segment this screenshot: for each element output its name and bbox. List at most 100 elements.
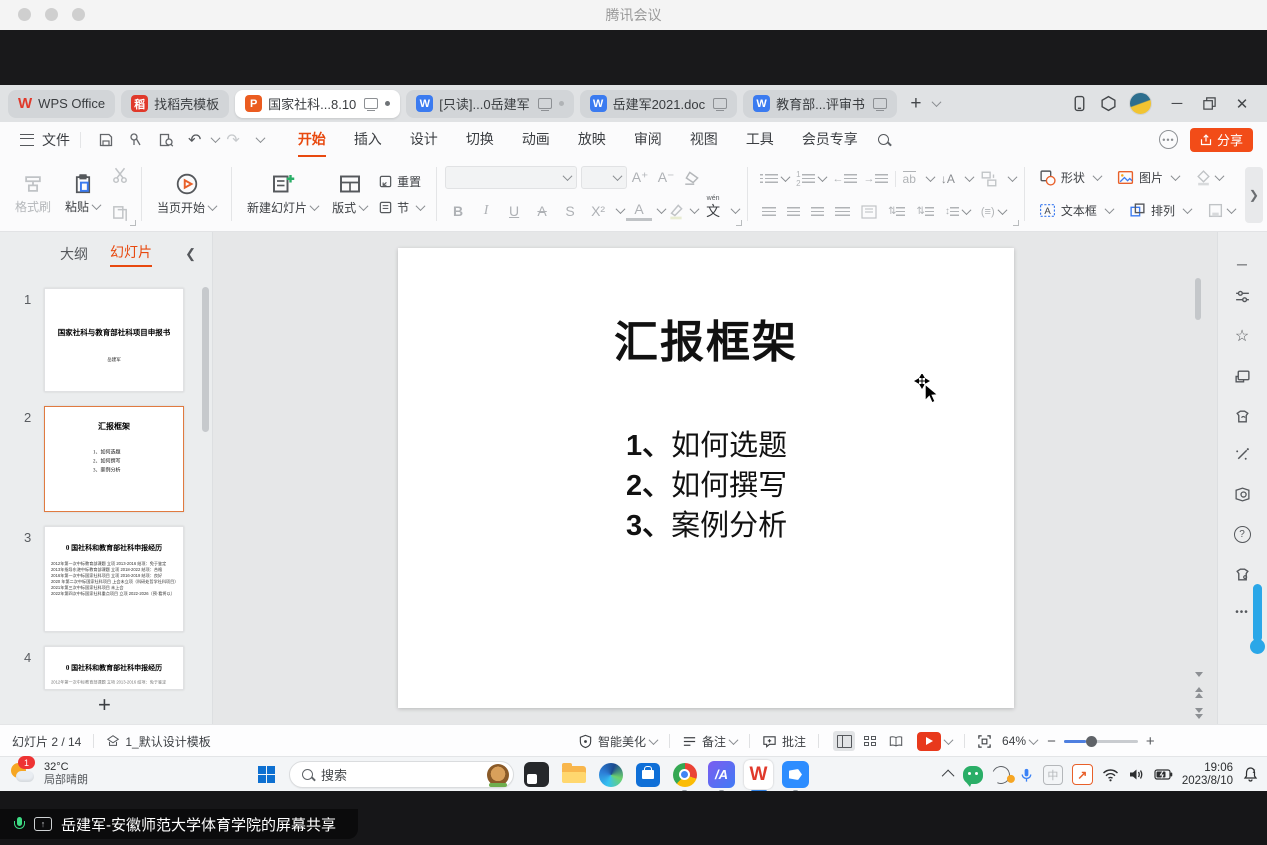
menu-tab-member[interactable]: 会员专享 bbox=[802, 123, 858, 157]
zoom-in-button[interactable]: + bbox=[1146, 733, 1155, 750]
line-spacing-button[interactable]: ↕ bbox=[945, 206, 970, 217]
decrease-font-button[interactable]: A⁻ bbox=[653, 166, 679, 190]
add-slide-button[interactable]: + bbox=[98, 692, 111, 718]
edge-browser-icon[interactable] bbox=[596, 760, 625, 789]
clipboard-dialog-launcher[interactable] bbox=[130, 220, 136, 226]
section-button[interactable]: 节 bbox=[397, 199, 409, 216]
wps-office-icon[interactable]: W bbox=[744, 760, 773, 789]
share-button[interactable]: 分享 bbox=[1190, 128, 1253, 152]
reset-icon[interactable] bbox=[378, 174, 393, 189]
close-button[interactable]: ✕ bbox=[1229, 91, 1255, 117]
paragraph-settings-button[interactable]: (≡) bbox=[981, 206, 1006, 218]
layout-button[interactable]: 版式 bbox=[325, 170, 374, 218]
justify-icon[interactable] bbox=[835, 207, 850, 216]
menu-tab-insert[interactable]: 插入 bbox=[354, 123, 382, 157]
rail-collapse-icon[interactable]: ─ bbox=[1232, 254, 1252, 274]
help-icon[interactable]: ? bbox=[1232, 524, 1252, 544]
zoom-slider[interactable] bbox=[1064, 740, 1138, 743]
notes-button[interactable]: 备注 bbox=[702, 733, 726, 750]
print-preview-icon[interactable] bbox=[158, 132, 174, 148]
slide-thumbnail-3[interactable]: 0 国社科和教育部社科申报经历 2012年第一次中标教育部课题 立项 2013-… bbox=[44, 526, 184, 632]
cut-icon[interactable] bbox=[111, 166, 129, 184]
new-slide-button[interactable]: 新建幻灯片 bbox=[240, 170, 325, 218]
template-shirt-icon[interactable] bbox=[1232, 564, 1252, 584]
save-icon[interactable] bbox=[98, 132, 114, 148]
fit-slide-icon[interactable] bbox=[977, 734, 992, 749]
hamburger-icon[interactable] bbox=[20, 134, 34, 146]
menu-tab-view[interactable]: 视图 bbox=[690, 123, 718, 157]
tab-presentation-active[interactable]: P 国家社科...8.10 bbox=[235, 90, 400, 118]
slide-body-list[interactable]: 1、如何选题 2、如何撰写 3、案例分析 bbox=[626, 426, 787, 546]
tab-docer-templates[interactable]: 稻 找稻壳模板 bbox=[121, 90, 229, 118]
slide-thumbnail-2-selected[interactable]: 汇报框架 1、如何选题 2、如何撰写 3、案例分析 bbox=[44, 406, 184, 512]
menu-tab-review[interactable]: 审阅 bbox=[634, 123, 662, 157]
tab-wps-office[interactable]: W WPS Office bbox=[8, 90, 115, 118]
tray-expand-icon[interactable] bbox=[942, 770, 955, 783]
ia-app-icon[interactable]: /A bbox=[707, 760, 736, 789]
section-icon[interactable] bbox=[378, 200, 393, 215]
picture-button[interactable]: 图片 bbox=[1117, 169, 1179, 186]
print-icon[interactable] bbox=[128, 132, 144, 148]
taskbar-clock[interactable]: 19:06 2023/8/10 bbox=[1182, 762, 1233, 788]
undo-chevron-icon[interactable] bbox=[211, 133, 221, 143]
ribbon-expand-button[interactable]: ❯ bbox=[1245, 167, 1263, 223]
settings-box-icon[interactable] bbox=[1100, 95, 1117, 112]
zoom-slider-knob[interactable] bbox=[1086, 736, 1097, 747]
reading-view-button[interactable] bbox=[885, 731, 907, 751]
strikethrough-button[interactable]: A bbox=[529, 199, 555, 223]
taskbar-search[interactable]: 搜索 bbox=[289, 761, 514, 788]
tencent-meeting-icon[interactable] bbox=[781, 760, 810, 789]
numbered-list-button[interactable]: 12 bbox=[796, 170, 825, 188]
tab-doc-review[interactable]: W 教育部...评审书 bbox=[743, 90, 897, 118]
undo-icon[interactable]: ↶ bbox=[188, 130, 201, 150]
slide-sorter-view-button[interactable] bbox=[859, 731, 881, 751]
wifi-icon[interactable] bbox=[1102, 768, 1119, 782]
align-right-icon[interactable] bbox=[811, 207, 824, 216]
decrease-indent-button[interactable]: ← bbox=[833, 173, 857, 185]
tray-app-icon[interactable]: 中 bbox=[1043, 765, 1063, 785]
microphone-icon[interactable] bbox=[1019, 767, 1034, 783]
panel-collapse-icon[interactable]: ❮ bbox=[185, 246, 196, 262]
tab-outline[interactable]: 大纲 bbox=[60, 244, 88, 264]
line-spacing-increase-icon[interactable]: ⇅ bbox=[888, 206, 905, 217]
text-direction-button[interactable]: ↓A bbox=[941, 172, 955, 186]
menu-tab-tools[interactable]: 工具 bbox=[746, 123, 774, 157]
increase-font-button[interactable]: A⁺ bbox=[627, 166, 653, 190]
docer-resources-icon[interactable] bbox=[1232, 406, 1252, 426]
underline-button[interactable]: U bbox=[501, 199, 527, 223]
scroll-thermometer[interactable] bbox=[1253, 584, 1262, 642]
bold-button[interactable]: B bbox=[445, 199, 471, 223]
search-icon[interactable] bbox=[878, 134, 889, 145]
redo-icon[interactable]: ↷ bbox=[226, 130, 239, 150]
slide-thumbnail-1[interactable]: 国家社科与教育部社科项目申报书 岳建军 bbox=[44, 288, 184, 392]
zoom-out-button[interactable]: − bbox=[1047, 733, 1056, 750]
shapes-button[interactable]: 形状 bbox=[1039, 169, 1101, 186]
dark-app-icon[interactable] bbox=[522, 760, 551, 789]
menu-tab-animation[interactable]: 动画 bbox=[522, 123, 550, 157]
scroll-down-icon[interactable] bbox=[1195, 672, 1203, 677]
font-dialog-launcher[interactable] bbox=[736, 220, 742, 226]
arrange-button[interactable]: 排列 bbox=[1129, 202, 1191, 219]
more-options-icon[interactable]: ••• bbox=[1159, 130, 1178, 149]
effects-star-icon[interactable]: ☆ bbox=[1232, 326, 1252, 346]
tab-doc-readonly[interactable]: W [只读]...0岳建军 bbox=[406, 90, 573, 118]
clear-format-icon[interactable] bbox=[683, 169, 701, 187]
object-properties-icon[interactable] bbox=[1232, 286, 1252, 306]
switch-shape-icon[interactable] bbox=[1232, 366, 1252, 386]
minimize-button[interactable]: ─ bbox=[1164, 91, 1190, 117]
sync-icon[interactable] bbox=[989, 763, 1012, 786]
new-tab-chevron-icon[interactable] bbox=[931, 97, 941, 107]
wechat-icon[interactable] bbox=[963, 766, 983, 784]
volume-icon[interactable] bbox=[1128, 767, 1145, 782]
font-color-button[interactable]: A bbox=[626, 200, 652, 221]
play-from-current-button[interactable]: 当页开始 bbox=[150, 170, 223, 218]
rail-more-icon[interactable]: ••• bbox=[1232, 602, 1252, 622]
toolbar-more-chevron-icon[interactable] bbox=[255, 133, 265, 143]
paragraph-dialog-launcher[interactable] bbox=[1013, 220, 1019, 226]
file-explorer-icon[interactable] bbox=[559, 760, 588, 789]
weather-widget[interactable]: 1 32°C局部晴朗 bbox=[10, 760, 88, 787]
menu-tab-transition[interactable]: 切换 bbox=[466, 123, 494, 157]
previous-slide-button[interactable] bbox=[1195, 687, 1203, 698]
next-slide-button[interactable] bbox=[1195, 708, 1203, 719]
file-menu[interactable]: 文件 bbox=[42, 130, 70, 150]
